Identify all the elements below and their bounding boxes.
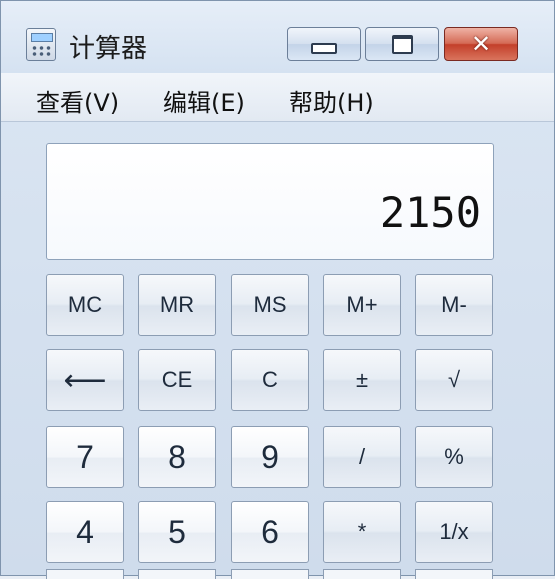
digit-8-button[interactable]: 8 <box>138 426 216 488</box>
memory-add-button[interactable]: M+ <box>323 274 401 336</box>
reciprocal-button[interactable]: 1/x <box>415 501 493 563</box>
percent-button[interactable]: % <box>415 426 493 488</box>
key-partial[interactable] <box>46 569 124 579</box>
divide-button[interactable]: / <box>323 426 401 488</box>
clear-button[interactable]: C <box>231 349 309 411</box>
calculator-display: 2150 <box>46 143 494 260</box>
backspace-button[interactable]: ⟵ <box>46 349 124 411</box>
menu-help[interactable]: 帮助(H) <box>289 83 374 118</box>
maximize-icon <box>391 34 413 54</box>
calculator-window: 计算器 ✕ 查看(V) 编辑(E) 帮助(H) 2150 MC MR MS M+… <box>0 0 555 579</box>
memory-clear-button[interactable]: MC <box>46 274 124 336</box>
multiply-button[interactable]: * <box>323 501 401 563</box>
menu-view[interactable]: 查看(V) <box>36 83 119 118</box>
key-partial[interactable] <box>231 569 309 579</box>
calculator-icon <box>26 28 56 61</box>
sqrt-button[interactable]: √ <box>415 349 493 411</box>
digit-7-button[interactable]: 7 <box>46 426 124 488</box>
display-value: 2150 <box>379 188 481 237</box>
clear-entry-button[interactable]: CE <box>138 349 216 411</box>
minimize-icon <box>311 42 337 54</box>
menu-bar: 查看(V) 编辑(E) 帮助(H) <box>1 73 554 122</box>
digit-6-button[interactable]: 6 <box>231 501 309 563</box>
window-title: 计算器 <box>69 34 148 64</box>
minimize-button[interactable] <box>287 27 361 61</box>
key-partial[interactable] <box>323 569 401 579</box>
title-bar[interactable]: 计算器 ✕ <box>1 1 554 73</box>
key-partial[interactable] <box>138 569 216 579</box>
digit-4-button[interactable]: 4 <box>46 501 124 563</box>
key-partial[interactable] <box>415 569 493 579</box>
negate-button[interactable]: ± <box>323 349 401 411</box>
close-icon: ✕ <box>470 30 492 58</box>
digit-9-button[interactable]: 9 <box>231 426 309 488</box>
memory-store-button[interactable]: MS <box>231 274 309 336</box>
memory-subtract-button[interactable]: M- <box>415 274 493 336</box>
memory-recall-button[interactable]: MR <box>138 274 216 336</box>
maximize-button[interactable] <box>365 27 439 61</box>
close-button[interactable]: ✕ <box>444 27 518 61</box>
menu-edit[interactable]: 编辑(E) <box>163 83 245 118</box>
digit-5-button[interactable]: 5 <box>138 501 216 563</box>
